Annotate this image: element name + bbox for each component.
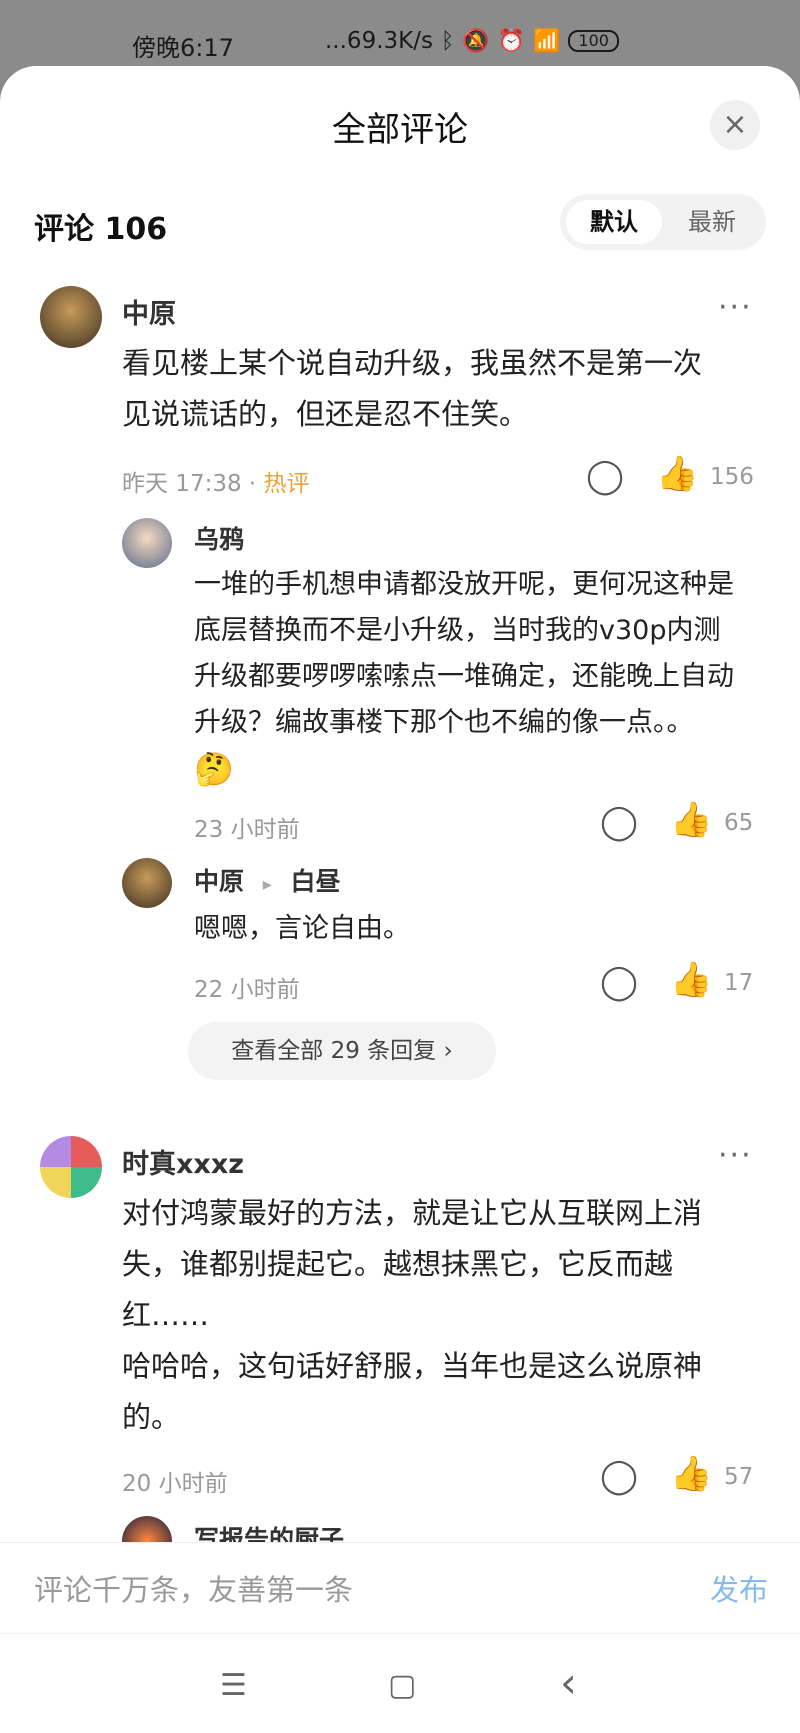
comment-icon[interactable]: ◯ [600, 802, 638, 842]
avatar[interactable] [122, 858, 172, 908]
sort-default-button[interactable]: 默认 [566, 200, 662, 244]
comment-icon[interactable]: ◯ [586, 456, 624, 496]
comment-time: 20 小时前 [122, 1471, 228, 1497]
like-count: 17 [724, 970, 754, 996]
bluetooth-icon: ᛒ [440, 28, 455, 54]
reply-time: 23 小时前 [194, 817, 300, 843]
reply-author[interactable]: 中原 [194, 867, 244, 896]
network-speed: ...69.3K/s [325, 28, 433, 54]
like-icon[interactable]: 👍 [670, 1454, 712, 1494]
avatar[interactable] [40, 1136, 102, 1198]
alarm-icon: ⏰ [497, 28, 525, 54]
thinking-emoji-icon: 🤔 [194, 750, 234, 788]
comment-line: 红…… [122, 1298, 210, 1332]
comment-icon[interactable]: ◯ [600, 962, 638, 1002]
comment-input[interactable]: 评论千万条，友善第一条 [34, 1567, 353, 1609]
avatar[interactable] [40, 286, 102, 348]
signal-icon: 📶 [532, 28, 561, 54]
comment-input-bar: 评论千万条，友善第一条 发布 [0, 1542, 800, 1635]
close-button[interactable]: × [710, 100, 760, 150]
comment-author[interactable]: 中原 [122, 292, 176, 331]
more-icon[interactable]: ··· [718, 290, 753, 325]
like-count: 156 [710, 464, 754, 490]
comment-text: 看见楼上某个说自动升级，我虽然不是第一次 见说谎话的，但还是忍不住笑。 [122, 338, 702, 440]
like-icon[interactable]: 👍 [670, 960, 712, 1000]
system-nav-bar: ☰ ▢ ‹ [0, 1633, 800, 1733]
mute-icon: 🔕 [462, 28, 490, 54]
view-all-replies-button[interactable]: 查看全部 29 条回复 › [188, 1022, 496, 1080]
reply-text: 一堆的手机想申请都没放开呢，更何况这种是 底层替换而不是小升级，当时我的v30p… [194, 562, 734, 792]
comment-count: 评论 106 [34, 212, 168, 247]
reply-time: 22 小时前 [194, 977, 300, 1003]
reply-line: 一堆的手机想申请都没放开呢，更何况这种是 [194, 569, 734, 600]
sheet-title: 全部评论 [332, 110, 468, 150]
reply-line: 底层替换而不是小升级，当时我的v30p内测 [194, 615, 721, 646]
reply-line: 升级都要啰啰嗦嗦点一堆确定，还能晚上自动 [194, 661, 734, 692]
like-icon[interactable]: 👍 [656, 454, 698, 494]
publish-button[interactable]: 发布 [710, 1567, 768, 1609]
more-icon[interactable]: ··· [718, 1138, 753, 1173]
battery-icon: 100 [568, 30, 619, 52]
hot-badge: 热评 [263, 471, 310, 497]
like-count: 65 [724, 810, 754, 836]
close-icon: × [722, 107, 748, 142]
sort-toggle: 默认 最新 [560, 194, 766, 250]
avatar[interactable] [122, 518, 172, 568]
status-time: 傍晚6:17 [132, 34, 234, 62]
reply-to-name[interactable]: 白昼 [291, 867, 341, 896]
reply-line: 升级？编故事楼下那个也不编的像一点。。 [194, 707, 694, 738]
reply-arrow-icon: ▸ [262, 874, 272, 895]
comment-text: 对付鸿蒙最好的方法，就是让它从互联网上消 失，谁都别提起它。越想抹黑它，它反而越… [122, 1188, 702, 1443]
sort-latest-button[interactable]: 最新 [664, 200, 760, 244]
status-bar: 傍晚6:17 ...69.3K/s ᛒ 🔕 ⏰ 📶 100 [0, 0, 800, 70]
status-right: ...69.3K/s ᛒ 🔕 ⏰ 📶 100 [325, 28, 619, 54]
comment-meta: 昨天 17:38 · 热评 [122, 464, 310, 498]
reply-header: 中原 ▸ 白昼 [194, 862, 341, 898]
like-count: 57 [724, 1464, 754, 1490]
comment-line: 哈哈哈，这句话好舒服，当年也是这么说原神 [122, 1349, 703, 1383]
comment-line: 看见楼上某个说自动升级，我虽然不是第一次 [122, 346, 703, 380]
comment-author[interactable]: 时真xxxz [122, 1142, 244, 1181]
comments-sheet: 全部评论 × 评论 106 默认 最新 中原 ··· 看见楼上某个说自动升级，我… [0, 66, 800, 1733]
like-icon[interactable]: 👍 [670, 800, 712, 840]
reply-text: 嗯嗯，言论自由。 [194, 913, 410, 944]
comment-line: 对付鸿蒙最好的方法，就是让它从互联网上消 [122, 1196, 703, 1230]
comment-line: 见说谎话的，但还是忍不住笑。 [122, 397, 529, 431]
reply-author[interactable]: 乌鸦 [194, 520, 244, 556]
home-icon[interactable]: ▢ [388, 1668, 416, 1703]
menu-icon[interactable]: ☰ [220, 1668, 247, 1703]
back-icon[interactable]: ‹ [560, 1658, 577, 1707]
comment-line: 失，谁都别提起它。越想抹黑它，它反而越 [122, 1247, 674, 1281]
comment-icon[interactable]: ◯ [600, 1456, 638, 1496]
comment-line: 的。 [122, 1400, 181, 1434]
comment-time: 昨天 17:38 · [122, 471, 257, 497]
